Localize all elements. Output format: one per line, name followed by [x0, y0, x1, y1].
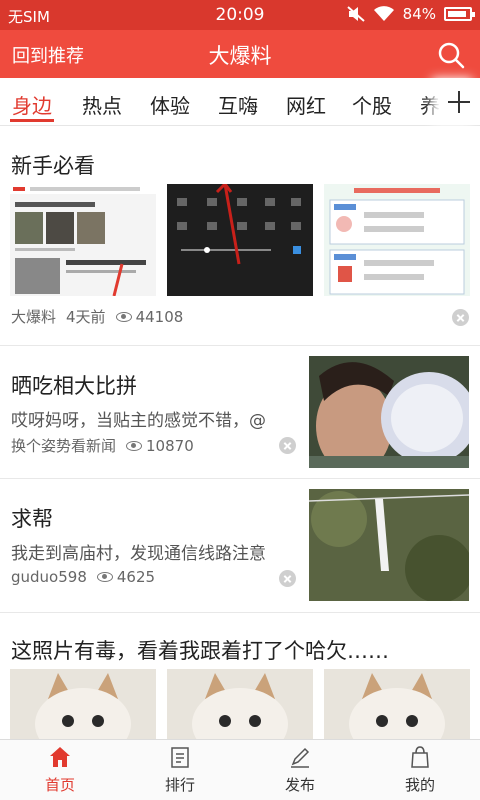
page-title: 大爆料: [208, 44, 272, 68]
source-label: 大爆料: [11, 308, 57, 326]
view-count: 10870: [146, 436, 194, 455]
mute-icon: [346, 6, 365, 22]
feed-item-eating[interactable]: 晒吃相大比拼 哎呀妈呀，当贴主的感觉不错，@ 换个姿势看新闻 10870: [0, 346, 480, 479]
feed-item-meta: 换个姿势看新闻 10870: [11, 435, 204, 456]
feed-item-yawn[interactable]: 这照片有毒，看着我跟着打了个哈欠……: [0, 613, 480, 739]
source-label: guduo598: [11, 568, 87, 586]
feed-item-title: 晒吃相大比拼: [11, 374, 137, 398]
hanging-sign-on-wire: [309, 489, 469, 601]
wifi-icon: [373, 6, 394, 21]
feed-item-meta: guduo598 4625: [11, 568, 165, 586]
tab-experience[interactable]: 体验: [150, 90, 190, 119]
yawning-cat: [167, 669, 313, 739]
tab-stocks[interactable]: 个股: [352, 90, 392, 119]
yawning-cat: [10, 669, 156, 739]
source-label: 换个姿势看新闻: [11, 437, 117, 455]
screenshot-red-packet: [324, 184, 470, 296]
tab-fun[interactable]: 互嗨: [218, 90, 258, 119]
home-icon: [50, 747, 70, 767]
close-icon[interactable]: [279, 570, 296, 587]
category-tabs: 身边 热点 体验 互嗨 网红 个股 养: [0, 78, 480, 126]
view-count: 4625: [116, 568, 156, 586]
nav-home[interactable]: 首页: [0, 740, 120, 800]
battery-icon: [444, 7, 475, 21]
feed-item-snippet: 我走到高庙村，发现通信线路注意: [11, 544, 266, 564]
tab-influencer[interactable]: 网红: [286, 90, 326, 119]
app-header: 回到推荐 大爆料: [0, 30, 480, 78]
nav-home-label: 首页: [44, 776, 75, 794]
feed-item-title: 新手必看: [11, 154, 95, 178]
view-count: 44108: [135, 307, 184, 326]
yawning-cat: [324, 669, 470, 739]
feed-item-title: 求帮: [11, 507, 53, 531]
status-bar: 无SIM 20:09 84%: [0, 0, 480, 30]
screenshot-settings: [167, 184, 313, 296]
feed-item-meta: 大爆料 4天前 44108: [11, 306, 193, 327]
feed-item-title: 这照片有毒，看着我跟着打了个哈欠……: [11, 639, 389, 663]
ranking-icon: [171, 747, 189, 768]
nav-mine[interactable]: 我的: [360, 740, 480, 800]
tab-health[interactable]: 养: [420, 90, 440, 119]
feed-item-help[interactable]: 求帮 我走到高庙村，发现通信线路注意 guduo598 4625: [0, 479, 480, 613]
pencil-icon: [291, 747, 310, 768]
search-icon[interactable]: [436, 40, 466, 70]
bottom-nav: 首页 排行 发布 我的: [0, 739, 480, 800]
close-icon[interactable]: [452, 309, 469, 326]
nav-publish[interactable]: 发布: [240, 740, 360, 800]
close-icon[interactable]: [279, 437, 296, 454]
time-label: 4天前: [66, 308, 106, 326]
screenshot-news-app: [10, 184, 156, 296]
eye-icon: [115, 311, 132, 322]
plus-icon[interactable]: [440, 78, 480, 125]
nav-publish-label: 发布: [284, 776, 315, 794]
woman-drinking-from-bowl: [309, 356, 469, 468]
feed-item-snippet: 哎呀妈呀，当贴主的感觉不错，@: [11, 411, 266, 431]
tab-nearby[interactable]: 身边: [12, 90, 52, 119]
eye-icon: [126, 440, 143, 451]
tab-hot[interactable]: 热点: [82, 90, 122, 119]
eye-icon: [96, 572, 113, 582]
bag-icon: [411, 746, 429, 768]
active-tab-indicator: [10, 119, 54, 122]
battery-percent: 84%: [402, 5, 436, 23]
nav-mine-label: 我的: [404, 776, 435, 794]
status-icons: 84%: [346, 5, 475, 23]
nav-ranking-label: 排行: [164, 776, 195, 794]
nav-ranking[interactable]: 排行: [120, 740, 240, 800]
feed-item-guide[interactable]: 新手必看 大爆料 4天前 44108: [0, 126, 480, 346]
